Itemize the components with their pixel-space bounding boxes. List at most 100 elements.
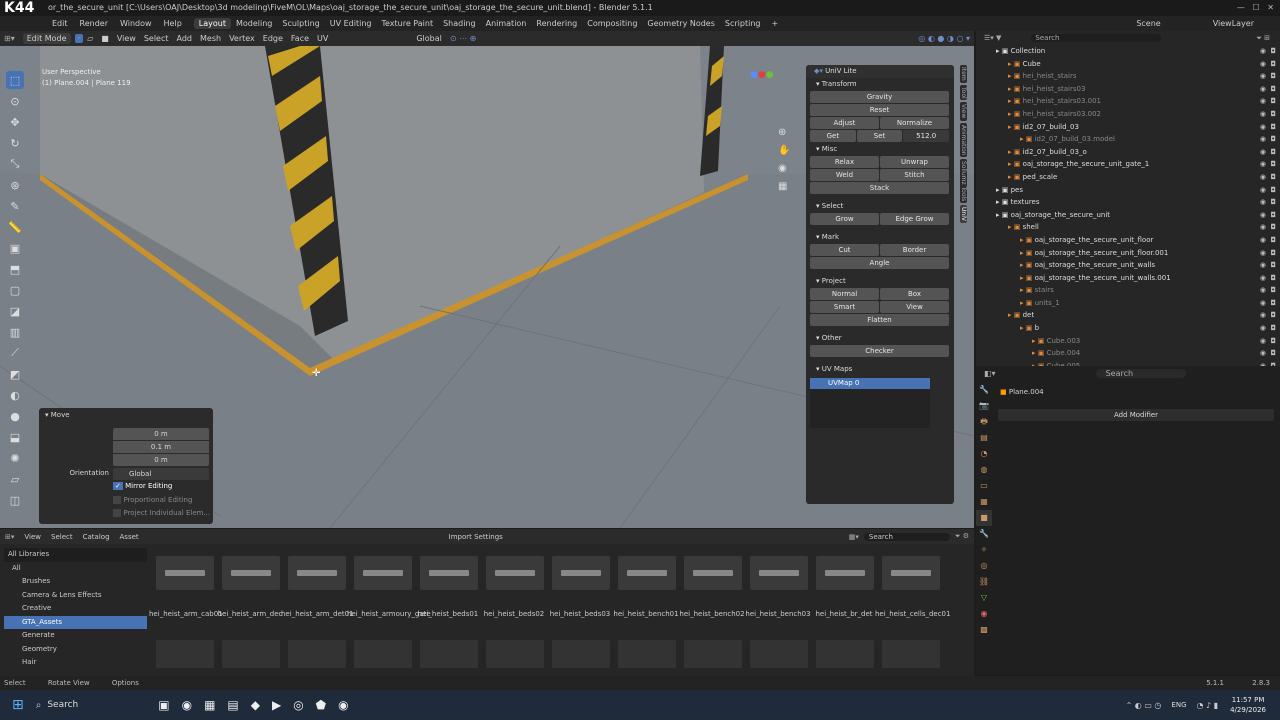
section-mark[interactable]: ▾ Mark xyxy=(806,231,954,244)
texture2-tab-icon[interactable]: ▩ xyxy=(976,622,992,638)
scene-selector[interactable]: Scene xyxy=(1130,19,1166,28)
asset-thumbnail[interactable] xyxy=(816,556,874,590)
render-camera-icon[interactable]: ◘ xyxy=(1270,259,1276,272)
tab-animation-side[interactable]: Animation xyxy=(960,122,967,158)
asset-thumbnail[interactable] xyxy=(684,640,742,668)
visibility-eye-icon[interactable]: ◉ xyxy=(1260,284,1266,297)
viewport-shading-icons[interactable]: ◎ ◐ ● ◑ ○ ▾ xyxy=(914,34,974,43)
output-tab-icon[interactable]: 🖶 xyxy=(976,414,992,430)
shrink-icon[interactable]: ✺ xyxy=(6,449,24,467)
edge-grow-button[interactable]: Edge Grow xyxy=(880,213,949,225)
menu-add[interactable]: Add xyxy=(173,34,197,43)
move-x-field[interactable]: 0 m xyxy=(113,428,209,440)
view-layer-tab-icon[interactable]: ▤ xyxy=(976,430,992,446)
project-individual-checkbox[interactable]: Project Individual Elem... xyxy=(113,509,210,517)
annotate-icon[interactable]: ✎ xyxy=(6,197,24,215)
uv-map-item[interactable]: UVMap 0 xyxy=(810,378,930,389)
asset-thumbnail[interactable] xyxy=(222,556,280,590)
tab-modeling[interactable]: Modeling xyxy=(231,18,277,29)
texture-tab-icon[interactable]: ▦ xyxy=(976,494,992,510)
border-button[interactable]: Border xyxy=(880,244,949,256)
outliner-row[interactable]: ▸ ▣ oaj_storage_the_secure_unit_walls ◉ ◘ xyxy=(976,259,1280,272)
spin-icon[interactable]: ◐ xyxy=(6,386,24,404)
outliner-row[interactable]: ▸ ▣ det ◉ ◘ xyxy=(976,309,1280,322)
asset-thumbnail[interactable] xyxy=(288,640,346,668)
system-tray-icons[interactable]: ⌃ ◐ ▭ ◷ xyxy=(1126,701,1162,710)
outliner-row[interactable]: ▸ ▣ Cube.003 ◉ ◘ xyxy=(976,335,1280,348)
scale-icon[interactable]: ⤡ xyxy=(6,155,24,173)
flatten-button[interactable]: Flatten xyxy=(810,314,949,326)
render-camera-icon[interactable]: ◘ xyxy=(1270,297,1276,310)
normalize-button[interactable]: Normalize xyxy=(880,117,949,129)
weld-button[interactable]: Weld xyxy=(810,169,879,181)
menu-view[interactable]: View xyxy=(113,34,140,43)
measure-icon[interactable]: 📏 xyxy=(6,218,24,236)
outliner-row[interactable]: ▸ ▣ stairs ◉ ◘ xyxy=(976,284,1280,297)
render-tab-icon[interactable]: 📷 xyxy=(976,398,992,414)
asset-thumbnail[interactable] xyxy=(486,640,544,668)
tab-shading[interactable]: Shading xyxy=(438,18,481,29)
zoom-icon[interactable]: ⊕ xyxy=(778,124,790,142)
angle-button[interactable]: Angle xyxy=(810,257,949,269)
navigation-gizmo[interactable]: ●●● xyxy=(750,70,774,80)
display-mode-icon[interactable]: ▦▾ xyxy=(844,533,864,541)
rip-icon[interactable]: ◫ xyxy=(6,491,24,509)
outliner-row[interactable]: ▸ ▣ hei_heist_stairs03.002 ◉ ◘ xyxy=(976,108,1280,121)
rotate-icon[interactable]: ↻ xyxy=(6,134,24,152)
view-button[interactable]: View xyxy=(880,301,949,313)
render-camera-icon[interactable]: ◘ xyxy=(1270,335,1276,348)
visibility-eye-icon[interactable]: ◉ xyxy=(1260,272,1266,285)
asset-thumbnail[interactable] xyxy=(288,556,346,590)
asset-thumbnail[interactable] xyxy=(420,640,478,668)
add-cube-icon[interactable]: ▣ xyxy=(6,239,24,257)
set-button[interactable]: Set xyxy=(856,130,903,142)
render-camera-icon[interactable]: ◘ xyxy=(1270,95,1276,108)
visibility-eye-icon[interactable]: ◉ xyxy=(1260,221,1266,234)
visibility-eye-icon[interactable]: ◉ xyxy=(1260,95,1266,108)
outliner-row[interactable]: ▸ ▣ units_1 ◉ ◘ xyxy=(976,297,1280,310)
asset-thumbnail[interactable] xyxy=(618,556,676,590)
collection-tab-icon[interactable]: ▭ xyxy=(976,478,992,494)
render-camera-icon[interactable]: ◘ xyxy=(1270,184,1276,197)
outliner-row[interactable]: ▸ ▣ id2_07_build_03 ◉ ◘ xyxy=(976,121,1280,134)
tab-texture-paint[interactable]: Texture Paint xyxy=(376,18,438,29)
tab-view[interactable]: View xyxy=(960,102,967,121)
asset-thumbnail[interactable] xyxy=(156,640,214,668)
move-z-field[interactable]: 0 m xyxy=(113,454,209,466)
physics-tab-icon[interactable]: ◎ xyxy=(976,558,992,574)
knife-icon[interactable]: ⟋ xyxy=(6,344,24,362)
asset-thumbnail[interactable] xyxy=(222,640,280,668)
bevel-icon[interactable]: ◪ xyxy=(6,302,24,320)
extrude-icon[interactable]: ⬒ xyxy=(6,260,24,278)
render-camera-icon[interactable]: ◘ xyxy=(1270,45,1276,58)
checker-button[interactable]: Checker xyxy=(810,345,949,357)
move-icon[interactable]: ✥ xyxy=(6,113,24,131)
network-volume-icons[interactable]: ◔ ♪ ▮ xyxy=(1197,701,1219,710)
tool-tab-icon[interactable]: 🔧 xyxy=(976,382,992,398)
tab-scripting[interactable]: Scripting xyxy=(720,18,766,29)
render-camera-icon[interactable]: ◘ xyxy=(1270,70,1276,83)
tab-layout[interactable]: Layout xyxy=(193,18,231,29)
visibility-eye-icon[interactable]: ◉ xyxy=(1260,297,1266,310)
outliner-row[interactable]: ▸ ▣ id2_07_build_03.model ◉ ◘ xyxy=(976,133,1280,146)
asset-menu-select[interactable]: Select xyxy=(46,533,78,541)
tab-rendering[interactable]: Rendering xyxy=(531,18,582,29)
visibility-eye-icon[interactable]: ◉ xyxy=(1260,209,1266,222)
asset-search[interactable]: Search xyxy=(863,532,950,541)
outliner-row[interactable]: ▸ ▣ hei_heist_stairs03.001 ◉ ◘ xyxy=(976,95,1280,108)
adjust-button[interactable]: Adjust xyxy=(810,117,879,129)
tab-sculpting[interactable]: Sculpting xyxy=(277,18,324,29)
menu-edit[interactable]: Edit xyxy=(46,19,74,28)
menu-select[interactable]: Select xyxy=(140,34,173,43)
section-transform[interactable]: ▾ Transform xyxy=(806,78,954,91)
texel-size-field[interactable]: 512.0 xyxy=(903,130,950,142)
asset-thumbnail[interactable] xyxy=(750,556,808,590)
menu-render[interactable]: Render xyxy=(74,19,114,28)
vertex-select-icon[interactable]: · xyxy=(74,34,84,43)
asset-thumbnail[interactable] xyxy=(354,640,412,668)
scene-tab-icon[interactable]: ◔ xyxy=(976,446,992,462)
outliner-row[interactable]: ▸ ▣ ped_scale ◉ ◘ xyxy=(976,171,1280,184)
render-camera-icon[interactable]: ◘ xyxy=(1270,58,1276,71)
modifier-tab-icon[interactable]: 🔧 xyxy=(976,526,992,542)
tab-sollumz[interactable]: Sollumz Tools xyxy=(960,159,967,204)
